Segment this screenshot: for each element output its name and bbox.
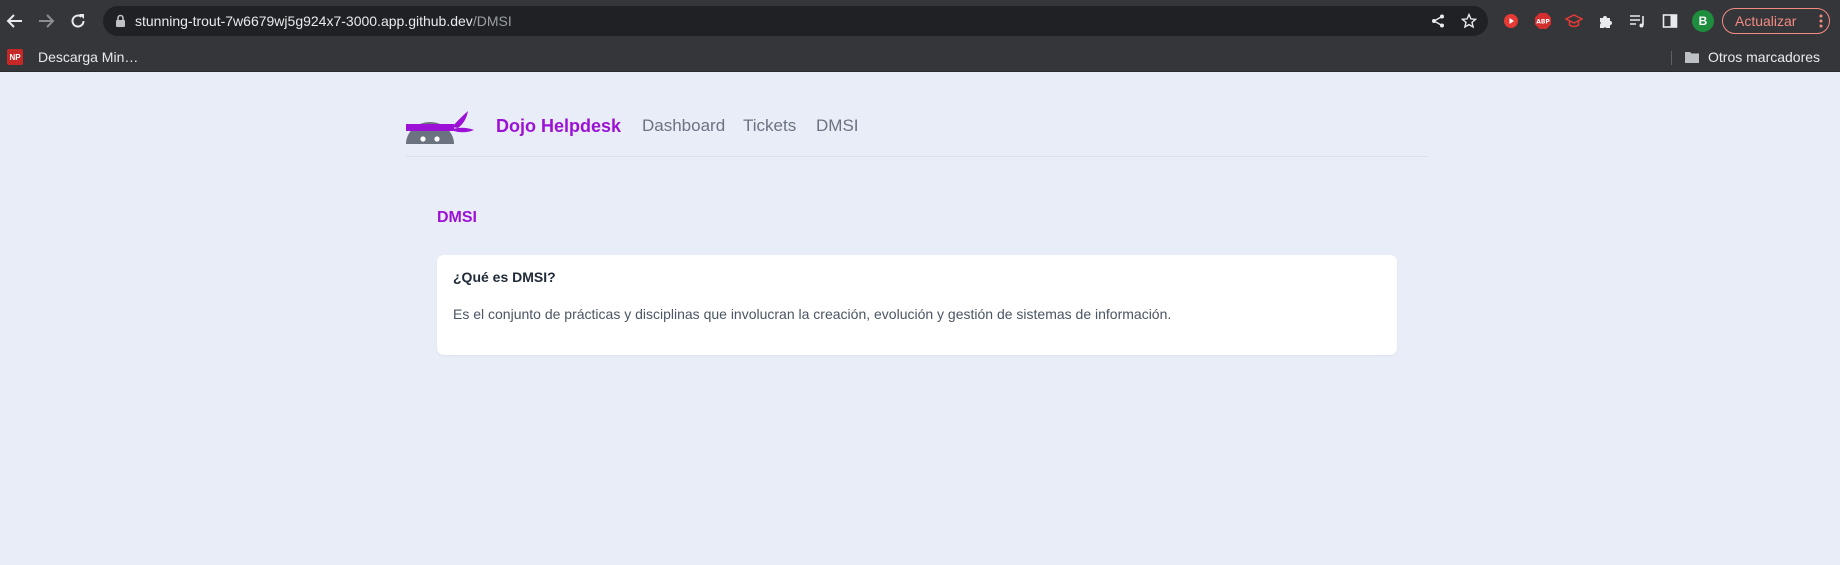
bookmark-label: Descarga Min… <box>38 49 139 65</box>
forward-arrow-icon[interactable] <box>34 9 58 33</box>
folder-icon <box>1684 50 1700 64</box>
page-title: DMSI <box>437 209 477 226</box>
nav-link-tickets[interactable]: Tickets <box>743 116 796 136</box>
nav-link-dashboard[interactable]: Dashboard <box>642 116 725 136</box>
svg-text:ABP: ABP <box>1536 19 1550 26</box>
browser-toolbar: stunning-trout-7w6679wj5g924x7-3000.app.… <box>0 0 1840 42</box>
share-icon[interactable] <box>1429 12 1447 30</box>
star-icon[interactable] <box>1460 12 1478 30</box>
reload-icon[interactable] <box>66 9 90 33</box>
kebab-menu-icon[interactable] <box>1819 13 1823 32</box>
puzzle-icon[interactable] <box>1595 10 1617 32</box>
side-panel-icon[interactable] <box>1659 10 1681 32</box>
profile-avatar[interactable]: B <box>1692 10 1714 32</box>
adblock-plus-icon[interactable]: ABP <box>1532 10 1554 32</box>
web-page: Dojo Helpdesk Dashboard Tickets DMSI DMS… <box>0 72 1840 565</box>
url-host: stunning-trout-7w6679wj5g924x7-3000.app.… <box>135 13 473 29</box>
bookmarks-bar: NP Descarga Min… Otros marcadores <box>0 42 1840 72</box>
site-header: Dojo Helpdesk Dashboard Tickets DMSI <box>406 96 1428 157</box>
url-path: /DMSI <box>472 13 512 29</box>
update-button[interactable]: Actualizar <box>1722 8 1830 34</box>
lock-icon[interactable] <box>115 14 126 32</box>
bookmark-item[interactable]: NP Descarga Min… <box>7 46 138 68</box>
bookmarks-divider <box>1671 51 1672 65</box>
update-button-label: Actualizar <box>1735 13 1797 29</box>
youtube-ext-icon[interactable] <box>1500 10 1522 32</box>
reading-list-icon[interactable] <box>1627 10 1649 32</box>
graduation-cap-ext-icon[interactable] <box>1563 10 1585 32</box>
other-bookmarks-label: Otros marcadores <box>1708 49 1821 65</box>
ninja-logo-icon[interactable] <box>406 108 476 144</box>
np-favicon-icon: NP <box>7 49 23 65</box>
other-bookmarks-folder[interactable]: Otros marcadores <box>1684 46 1820 68</box>
url-text[interactable]: stunning-trout-7w6679wj5g924x7-3000.app.… <box>135 13 512 29</box>
nav-link-dmsi[interactable]: DMSI <box>816 116 859 136</box>
back-arrow-icon[interactable] <box>3 9 27 33</box>
address-bar[interactable]: stunning-trout-7w6679wj5g924x7-3000.app.… <box>103 6 1488 36</box>
info-card: ¿Qué es DMSI? Es el conjunto de práctica… <box>437 255 1397 355</box>
card-text: Es el conjunto de prácticas y disciplina… <box>453 306 1172 322</box>
card-title: ¿Qué es DMSI? <box>453 269 556 285</box>
brand-link[interactable]: Dojo Helpdesk <box>496 116 621 137</box>
